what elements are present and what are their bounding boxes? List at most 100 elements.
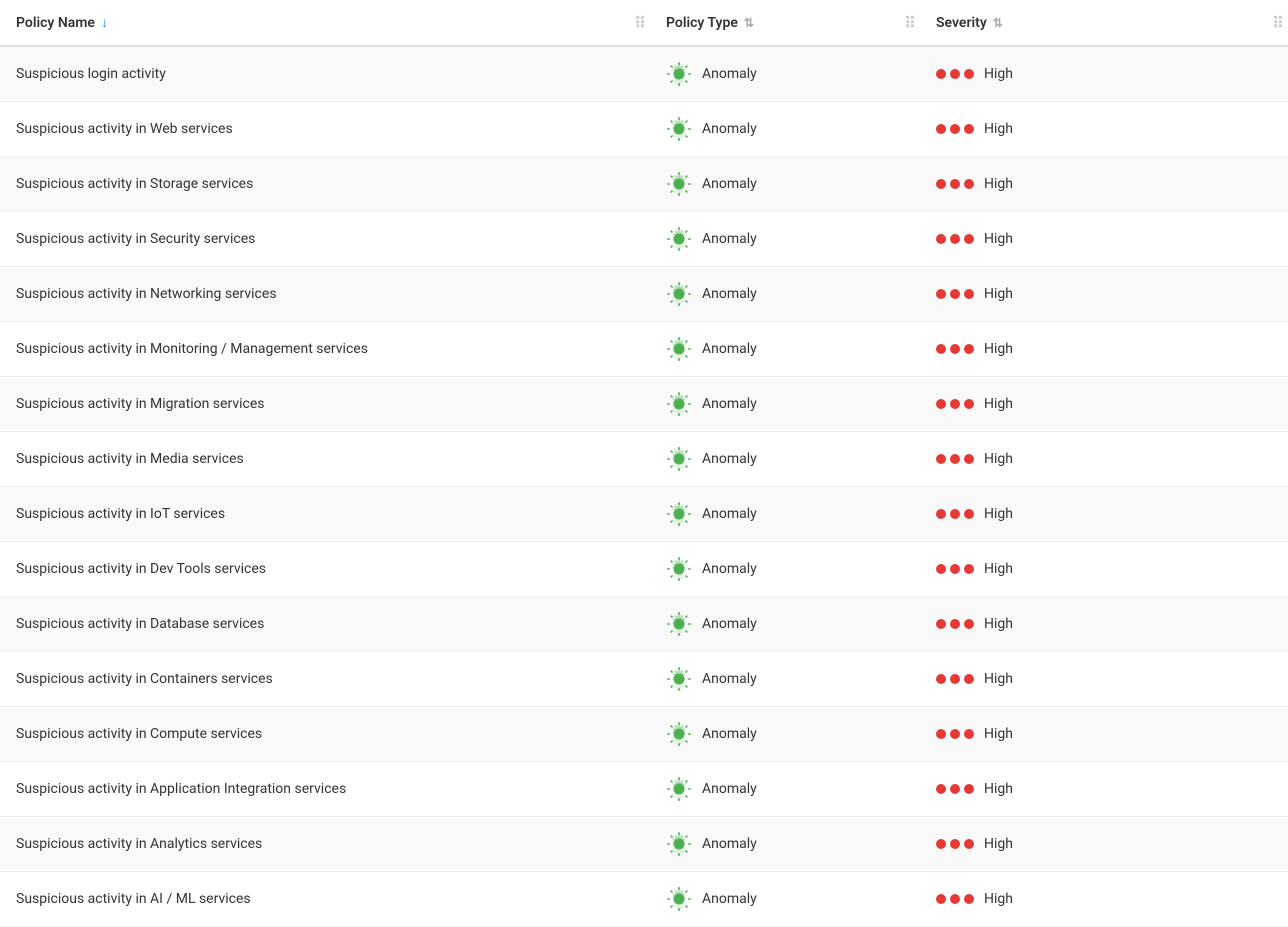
severity-label: High [984, 891, 1013, 907]
severity-dot-3 [964, 179, 974, 189]
anomaly-icon [666, 446, 692, 472]
table-row[interactable]: Suspicious activity in Web services [0, 102, 1288, 157]
col-header-policy-name[interactable]: Policy Name ↓ ⠿ [0, 0, 650, 46]
table-row[interactable]: Suspicious activity in Dev Tools service… [0, 542, 1288, 597]
severity-dot-1 [936, 289, 946, 299]
severity-dot-3 [964, 894, 974, 904]
policy-type-cell: Anomaly [650, 817, 920, 872]
col-drag-handle-severity[interactable]: ⠿ [1268, 13, 1288, 32]
col-header-severity[interactable]: Severity ⇅ ⠿ [920, 0, 1288, 46]
policy-type-label: Anomaly [702, 891, 757, 907]
severity-dot-3 [964, 674, 974, 684]
severity-label: High [984, 561, 1013, 577]
policy-type-cell: Anomaly [650, 597, 920, 652]
severity-dots [936, 839, 974, 849]
sort-asc-icon[interactable]: ↓ [101, 14, 108, 31]
policy-name-cell: Suspicious activity in IoT services [0, 487, 650, 542]
anomaly-icon [666, 226, 692, 252]
table-row[interactable]: Suspicious activity in IoT services [0, 487, 1288, 542]
severity-cell: High [920, 102, 1288, 157]
policy-type-cell: Anomaly [650, 762, 920, 817]
policy-type-label: Anomaly [702, 506, 757, 522]
severity-dot-1 [936, 454, 946, 464]
col-header-severity-label: Severity [936, 15, 987, 31]
table-row[interactable]: Suspicious activity in Storage services [0, 157, 1288, 212]
severity-dots [936, 454, 974, 464]
anomaly-icon [666, 171, 692, 197]
col-header-policy-type[interactable]: Policy Type ⇅ ⠿ [650, 0, 920, 46]
severity-dot-3 [964, 509, 974, 519]
severity-dot-2 [950, 674, 960, 684]
table-row[interactable]: Suspicious activity in Compute services [0, 707, 1288, 762]
severity-dot-3 [964, 69, 974, 79]
severity-cell: High [920, 487, 1288, 542]
col-drag-handle-policy-type[interactable]: ⠿ [900, 13, 920, 32]
severity-dots [936, 729, 974, 739]
severity-dot-2 [950, 839, 960, 849]
policy-type-label: Anomaly [702, 396, 757, 412]
policy-name-cell: Suspicious activity in Dev Tools service… [0, 542, 650, 597]
severity-label: High [984, 781, 1013, 797]
severity-cell: High [920, 872, 1288, 927]
severity-dot-1 [936, 729, 946, 739]
anomaly-icon [666, 501, 692, 527]
table-row[interactable]: Suspicious activity in Application Integ… [0, 762, 1288, 817]
sort-neutral-severity-icon[interactable]: ⇅ [993, 16, 1003, 30]
policy-name-cell: Suspicious activity in Storage services [0, 157, 650, 212]
table-row[interactable]: Suspicious activity in Database services [0, 597, 1288, 652]
severity-label: High [984, 341, 1013, 357]
anomaly-icon [666, 776, 692, 802]
policies-table-container: Policy Name ↓ ⠿ Policy Type ⇅ ⠿ Severity [0, 0, 1288, 927]
severity-dots [936, 69, 974, 79]
severity-cell: High [920, 157, 1288, 212]
severity-dots [936, 619, 974, 629]
table-row[interactable]: Suspicious activity in Media services [0, 432, 1288, 487]
severity-dot-3 [964, 124, 974, 134]
anomaly-icon [666, 886, 692, 912]
severity-dot-1 [936, 399, 946, 409]
severity-dot-3 [964, 399, 974, 409]
policy-name-cell: Suspicious activity in Migration service… [0, 377, 650, 432]
severity-dots [936, 784, 974, 794]
severity-dot-3 [964, 344, 974, 354]
policy-type-cell: Anomaly [650, 652, 920, 707]
table-row[interactable]: Suspicious activity in Containers servic… [0, 652, 1288, 707]
severity-dot-2 [950, 124, 960, 134]
severity-dot-1 [936, 124, 946, 134]
table-row[interactable]: Suspicious activity in Analytics service… [0, 817, 1288, 872]
policy-type-cell: Anomaly [650, 267, 920, 322]
severity-cell: High [920, 322, 1288, 377]
policy-name-cell: Suspicious activity in Compute services [0, 707, 650, 762]
anomaly-icon [666, 666, 692, 692]
policy-type-label: Anomaly [702, 781, 757, 797]
severity-label: High [984, 176, 1013, 192]
severity-dot-2 [950, 784, 960, 794]
col-drag-handle-policy-name[interactable]: ⠿ [630, 13, 650, 32]
severity-dot-2 [950, 399, 960, 409]
sort-neutral-policy-type-icon[interactable]: ⇅ [744, 16, 754, 30]
policy-type-cell: Anomaly [650, 542, 920, 597]
table-row[interactable]: Suspicious activity in Monitoring / Mana… [0, 322, 1288, 377]
severity-dot-1 [936, 234, 946, 244]
severity-dot-3 [964, 729, 974, 739]
col-header-policy-name-label: Policy Name [16, 15, 95, 31]
severity-dot-1 [936, 69, 946, 79]
table-row[interactable]: Suspicious activity in Security services [0, 212, 1288, 267]
policy-type-label: Anomaly [702, 121, 757, 137]
table-row[interactable]: Suspicious login activity [0, 46, 1288, 102]
severity-dot-2 [950, 729, 960, 739]
policy-name-cell: Suspicious activity in Networking servic… [0, 267, 650, 322]
table-row[interactable]: Suspicious activity in Migration service… [0, 377, 1288, 432]
table-row[interactable]: Suspicious activity in Networking servic… [0, 267, 1288, 322]
policy-type-cell: Anomaly [650, 872, 920, 927]
policy-name-cell: Suspicious activity in Analytics service… [0, 817, 650, 872]
table-row[interactable]: Suspicious activity in AI / ML services [0, 872, 1288, 927]
severity-dot-3 [964, 564, 974, 574]
policy-type-label: Anomaly [702, 286, 757, 302]
severity-label: High [984, 451, 1013, 467]
table-header-row: Policy Name ↓ ⠿ Policy Type ⇅ ⠿ Severity [0, 0, 1288, 46]
severity-dot-1 [936, 344, 946, 354]
severity-dot-1 [936, 784, 946, 794]
anomaly-icon [666, 336, 692, 362]
policy-type-label: Anomaly [702, 341, 757, 357]
